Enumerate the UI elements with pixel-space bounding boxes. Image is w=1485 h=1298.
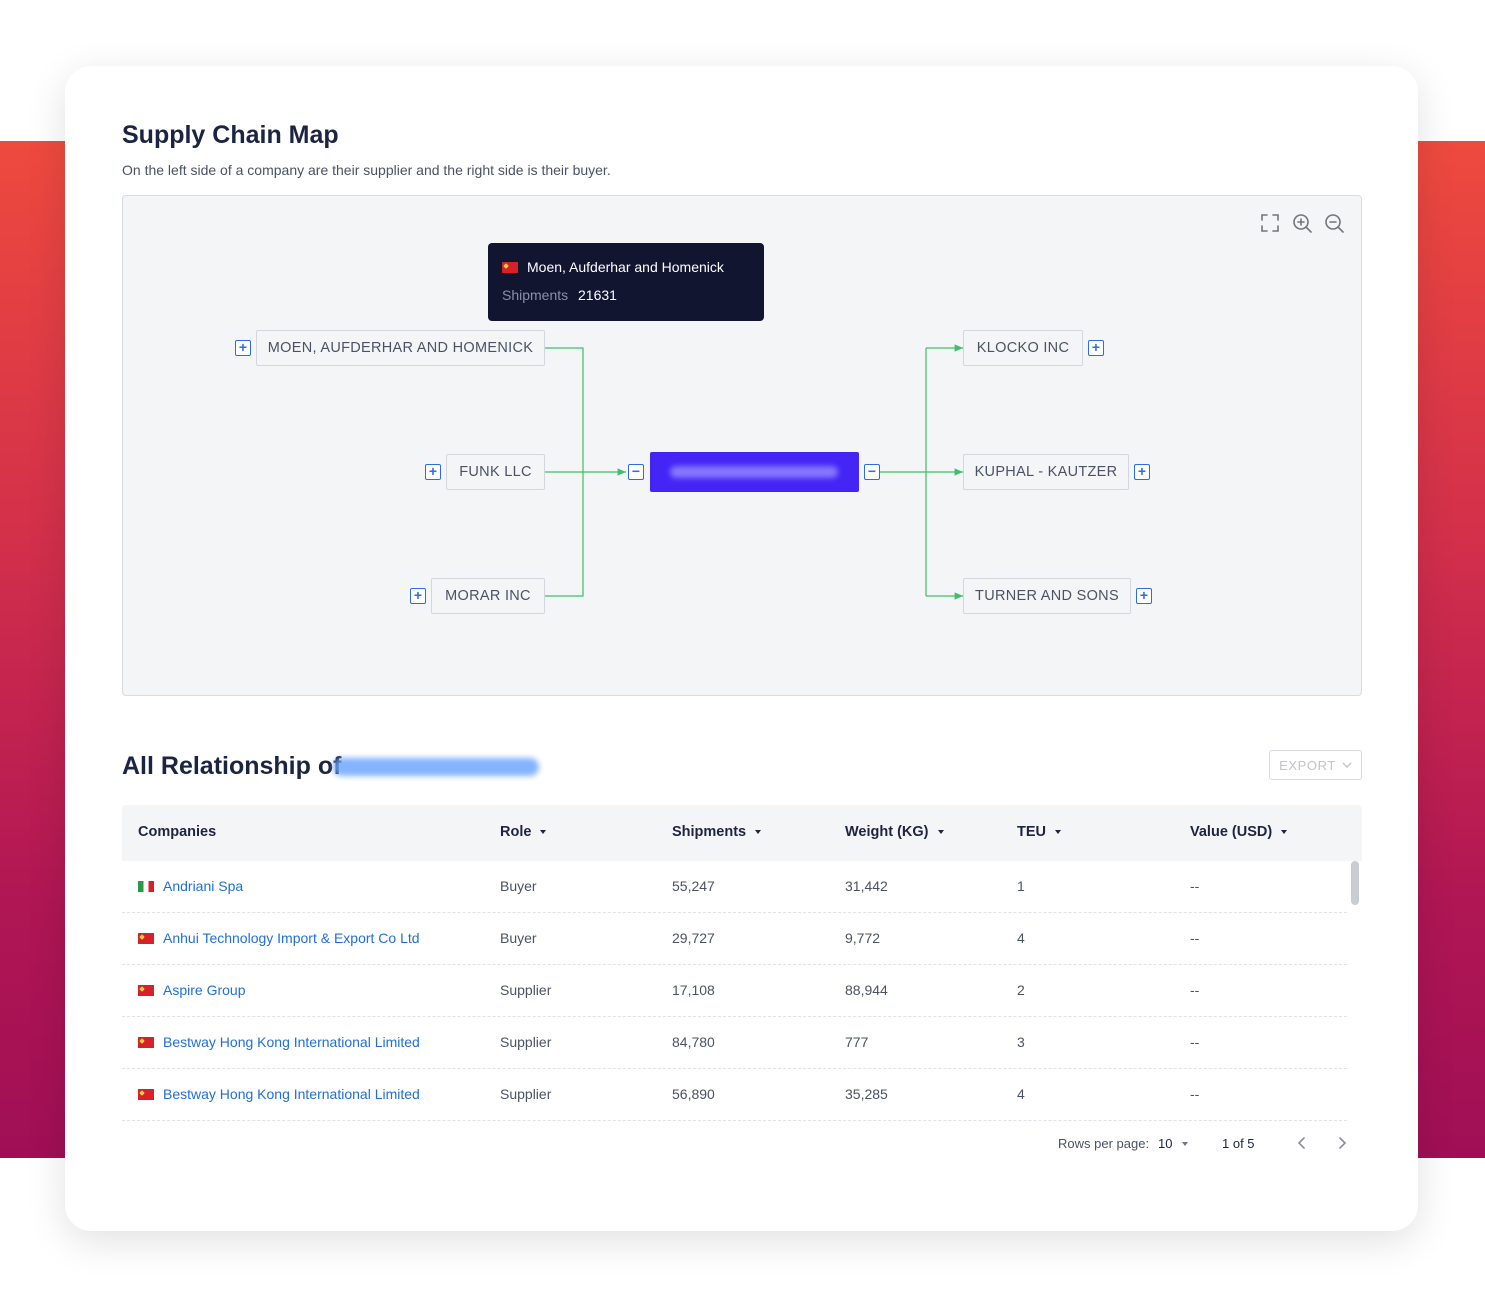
center-company-node[interactable] — [650, 452, 859, 492]
company-link[interactable]: Bestway Hong Kong International Limited — [138, 1086, 420, 1102]
export-button[interactable]: EXPORT — [1269, 750, 1362, 780]
expand-buyer-1-icon[interactable]: + — [1088, 340, 1104, 356]
expand-buyer-3-icon[interactable]: + — [1136, 588, 1152, 604]
column-header-role[interactable]: Role — [500, 824, 547, 840]
tooltip-shipments-value: 21631 — [578, 287, 617, 303]
column-header-companies[interactable]: Companies — [138, 824, 216, 840]
expand-supplier-1-icon[interactable]: + — [235, 340, 251, 356]
shipments-cell: 56,890 — [672, 1086, 715, 1102]
table-row: Aspire Group Supplier 17,108 88,944 2 -- — [122, 965, 1347, 1017]
rows-per-page-label: Rows per page: — [1058, 1136, 1150, 1151]
column-header-shipments[interactable]: Shipments — [672, 824, 762, 840]
supply-chain-map-subtitle: On the left side of a company are their … — [122, 162, 611, 178]
next-page-icon[interactable] — [1332, 1133, 1352, 1153]
zoom-out-icon[interactable] — [1323, 212, 1345, 234]
buyer-node-3[interactable]: TURNER AND SONS — [963, 578, 1131, 614]
collapse-buyers-icon[interactable]: − — [864, 464, 880, 480]
role-cell: Buyer — [500, 930, 537, 946]
shipments-cell: 84,780 — [672, 1034, 715, 1050]
expand-supplier-2-icon[interactable]: + — [425, 464, 441, 480]
table-row: Bestway Hong Kong International Limited … — [122, 1069, 1347, 1121]
scrollbar-thumb[interactable] — [1351, 861, 1359, 905]
value-cell: -- — [1190, 1034, 1200, 1050]
buyer-node-1[interactable]: KLOCKO INC — [963, 330, 1083, 366]
table-header: Companies Role Shipments Weight (KG) TEU… — [122, 805, 1362, 861]
rows-per-page-select[interactable]: 10 — [1158, 1136, 1189, 1151]
value-cell: -- — [1190, 982, 1200, 998]
value-cell: -- — [1190, 930, 1200, 946]
relationships-table: Companies Role Shipments Weight (KG) TEU… — [122, 805, 1362, 1123]
chevron-down-icon — [1342, 762, 1352, 768]
table-scrollbar[interactable] — [1350, 861, 1360, 1123]
table-row: Anhui Technology Import & Export Co Ltd … — [122, 913, 1347, 965]
fullscreen-icon[interactable] — [1259, 212, 1281, 234]
china-flag-icon — [138, 1036, 154, 1048]
column-header-weight[interactable]: Weight (KG) — [845, 824, 944, 840]
dropdown-caret-icon — [1182, 1141, 1189, 1146]
china-flag-icon — [138, 1088, 154, 1100]
zoom-in-icon[interactable] — [1291, 212, 1313, 234]
sort-caret-icon — [1055, 830, 1061, 835]
expand-buyer-2-icon[interactable]: + — [1134, 464, 1150, 480]
supply-chain-map-title: Supply Chain Map — [122, 121, 339, 149]
sort-caret-icon — [755, 830, 762, 835]
supplier-node-3[interactable]: MORAR INC — [431, 578, 545, 614]
page-info: 1 of 5 — [1222, 1136, 1255, 1151]
export-label: EXPORT — [1279, 757, 1336, 773]
role-cell: Supplier — [500, 1034, 552, 1050]
shipments-cell: 29,727 — [672, 930, 715, 946]
sort-caret-icon — [540, 830, 547, 835]
previous-page-icon[interactable] — [1292, 1133, 1312, 1153]
teu-cell: 2 — [1017, 982, 1025, 998]
china-flag-icon — [138, 984, 154, 996]
column-header-value[interactable]: Value (USD) — [1190, 824, 1288, 840]
weight-cell: 35,285 — [845, 1086, 888, 1102]
weight-cell: 9,772 — [845, 930, 881, 946]
supply-chain-map-canvas[interactable]: Moen, Aufderhar and Homenick Shipments 2… — [122, 195, 1362, 696]
role-cell: Supplier — [500, 1086, 552, 1102]
china-flag-icon — [502, 262, 518, 273]
company-link[interactable]: Aspire Group — [138, 982, 245, 998]
tooltip-company-name: Moen, Aufderhar and Homenick — [527, 259, 724, 275]
teu-cell: 1 — [1017, 878, 1025, 894]
italy-flag-icon — [138, 880, 154, 892]
teu-cell: 3 — [1017, 1034, 1025, 1050]
company-link[interactable]: Anhui Technology Import & Export Co Ltd — [138, 930, 420, 946]
redacted-company-title — [333, 758, 539, 776]
collapse-suppliers-icon[interactable]: − — [628, 464, 644, 480]
company-link[interactable]: Bestway Hong Kong International Limited — [138, 1034, 420, 1050]
table-row: Andriani Spa Buyer 55,247 31,442 1 -- — [122, 861, 1347, 913]
column-header-teu[interactable]: TEU — [1017, 824, 1061, 840]
supplier-node-2[interactable]: FUNK LLC — [446, 454, 545, 490]
sort-caret-icon — [937, 830, 944, 835]
role-cell: Supplier — [500, 982, 552, 998]
role-cell: Buyer — [500, 878, 537, 894]
weight-cell: 777 — [845, 1034, 869, 1050]
content-card: Supply Chain Map On the left side of a c… — [65, 66, 1418, 1231]
buyer-node-2[interactable]: KUPHAL - KAUTZER — [963, 454, 1129, 490]
supplier-node-1[interactable]: MOEN, AUFDERHAR AND HOMENICK — [256, 330, 545, 366]
china-flag-icon — [138, 932, 154, 944]
shipments-cell: 55,247 — [672, 878, 715, 894]
expand-supplier-3-icon[interactable]: + — [410, 588, 426, 604]
table-row: Bestway Hong Kong International Limited … — [122, 1017, 1347, 1069]
value-cell: -- — [1190, 878, 1200, 894]
teu-cell: 4 — [1017, 930, 1025, 946]
weight-cell: 88,944 — [845, 982, 888, 998]
sort-caret-icon — [1281, 830, 1288, 835]
redacted-company-name — [670, 466, 838, 478]
rows-per-page-value: 10 — [1158, 1136, 1173, 1151]
company-link[interactable]: Andriani Spa — [138, 878, 243, 894]
shipments-cell: 17,108 — [672, 982, 715, 998]
node-tooltip: Moen, Aufderhar and Homenick Shipments 2… — [488, 243, 764, 321]
teu-cell: 4 — [1017, 1086, 1025, 1102]
relationships-title: All Relationship of — [122, 752, 342, 780]
weight-cell: 31,442 — [845, 878, 888, 894]
tooltip-shipments-label: Shipments — [502, 287, 569, 303]
value-cell: -- — [1190, 1086, 1200, 1102]
